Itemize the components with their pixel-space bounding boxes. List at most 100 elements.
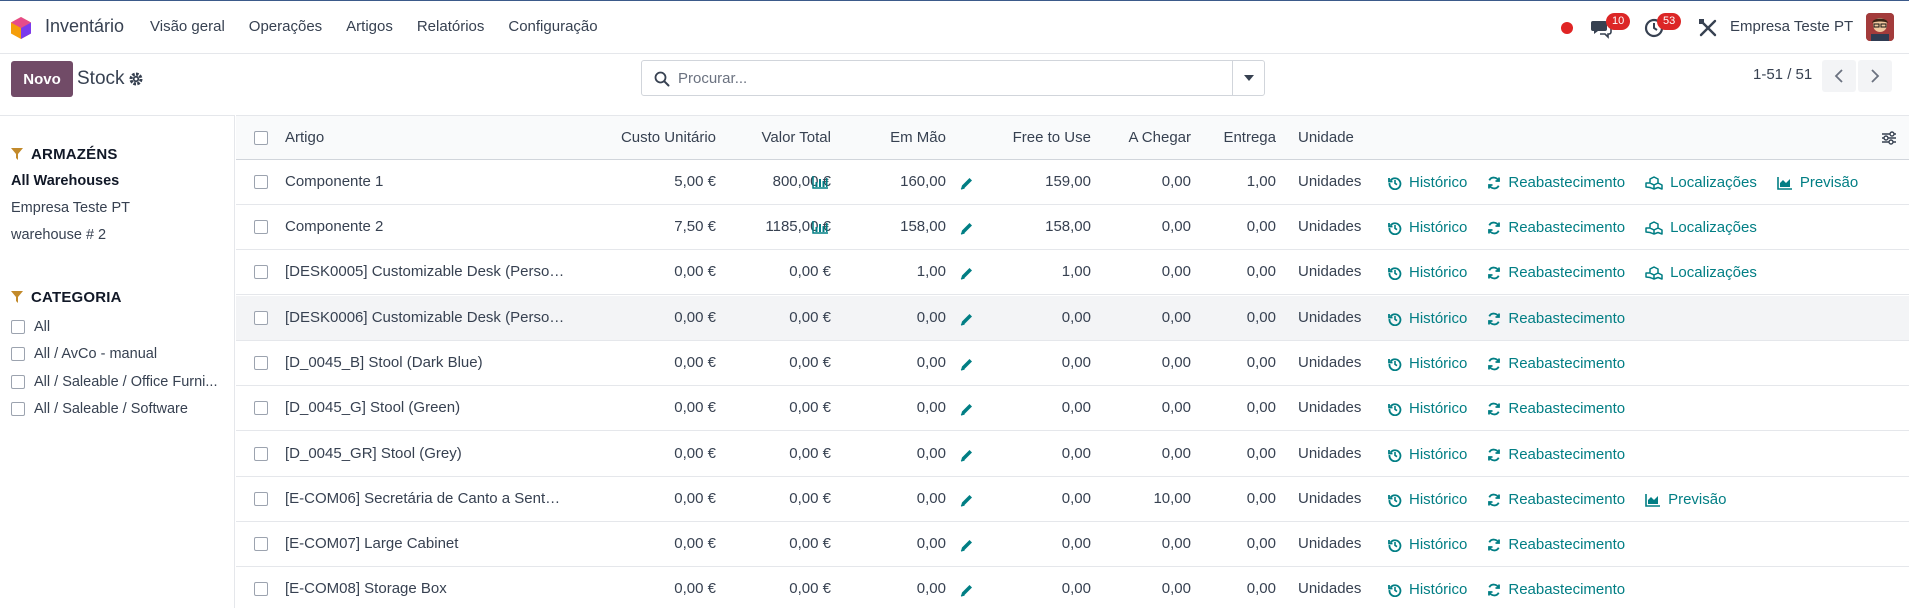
bar-chart-icon[interactable] [812, 221, 828, 234]
pencil-icon[interactable] [960, 584, 973, 597]
replenishment-button[interactable]: Reabastecimento [1487, 536, 1625, 553]
category-item[interactable]: All / AvCo - manual [11, 341, 233, 369]
table-row[interactable]: [DESK0006] Customizable Desk (Person... 0… [236, 296, 1909, 341]
row-checkbox[interactable] [254, 582, 268, 596]
column-header-valor[interactable]: Valor Total [706, 129, 832, 146]
debug-tools-icon[interactable] [1698, 18, 1718, 38]
product-name[interactable]: Componente 2 [285, 218, 565, 235]
category-item[interactable]: All / Saleable / Office Furni... [11, 368, 233, 396]
pencil-icon[interactable] [960, 494, 973, 507]
new-button[interactable]: Novo [11, 61, 73, 97]
column-header-unidade[interactable]: Unidade [1298, 129, 1354, 146]
edit-quantity-button[interactable] [960, 449, 973, 466]
pager-previous-button[interactable] [1822, 60, 1856, 92]
category-item[interactable]: All [11, 313, 233, 341]
pencil-icon[interactable] [960, 313, 973, 326]
history-button[interactable]: Histórico [1388, 536, 1467, 553]
menu-configuracao[interactable]: Configuração [508, 18, 597, 35]
product-name[interactable]: [D_0045_B] Stool (Dark Blue) [285, 354, 565, 371]
pencil-icon[interactable] [960, 358, 973, 371]
row-checkbox[interactable] [254, 175, 268, 189]
category-item[interactable]: All / Saleable / Software [11, 396, 233, 424]
product-name[interactable]: [D_0045_G] Stool (Green) [285, 399, 565, 416]
history-button[interactable]: Histórico [1388, 446, 1467, 463]
replenishment-button[interactable]: Reabastecimento [1487, 174, 1625, 191]
table-row[interactable]: [DESK0005] Customizable Desk (Person... 0… [236, 250, 1909, 295]
row-checkbox[interactable] [254, 356, 268, 370]
locations-button[interactable]: Localizações [1645, 264, 1757, 281]
table-row[interactable]: Componente 2 7,50 €1185,00 €158,00 158,00 0… [236, 205, 1909, 250]
replenishment-button[interactable]: Reabastecimento [1487, 310, 1625, 327]
row-checkbox[interactable] [254, 311, 268, 325]
pencil-icon[interactable] [960, 222, 973, 235]
history-button[interactable]: Histórico [1388, 400, 1467, 417]
menu-artigos[interactable]: Artigos [346, 18, 393, 35]
column-header-entrega[interactable]: Entrega [1186, 129, 1276, 146]
edit-quantity-button[interactable] [960, 267, 973, 284]
locations-button[interactable]: Localizações [1645, 219, 1757, 236]
history-button[interactable]: Histórico [1388, 264, 1467, 281]
column-header-em-mao[interactable]: Em Mão [846, 129, 946, 146]
table-row[interactable]: Componente 1 5,00 €800,00 €160,00 159,00 0,… [236, 160, 1909, 205]
company-switcher[interactable]: Empresa Teste PT [1730, 18, 1853, 35]
checkbox[interactable] [11, 402, 25, 417]
row-checkbox[interactable] [254, 265, 268, 279]
app-name[interactable]: Inventário [45, 16, 124, 37]
pencil-icon[interactable] [960, 177, 973, 190]
app-logo-icon[interactable] [10, 16, 32, 40]
table-row[interactable]: [E-COM07] Large Cabinet 0,00 € 0,00 € 0,00 0… [236, 522, 1909, 567]
replenishment-button[interactable]: Reabastecimento [1487, 355, 1625, 372]
search-input[interactable] [678, 67, 1218, 89]
history-button[interactable]: Histórico [1388, 310, 1467, 327]
forecast-button[interactable]: Previsão [1645, 491, 1726, 508]
warehouse-item[interactable]: warehouse # 2 [11, 222, 130, 249]
search-options-toggle[interactable] [1232, 61, 1264, 95]
row-checkbox[interactable] [254, 537, 268, 551]
select-all-checkbox[interactable] [254, 131, 268, 145]
replenishment-button[interactable]: Reabastecimento [1487, 446, 1625, 463]
product-name[interactable]: [E-COM06] Secretária de Canto a Senta... [285, 490, 565, 507]
edit-quantity-button[interactable] [960, 222, 973, 239]
menu-relatorios[interactable]: Relatórios [417, 18, 485, 35]
menu-visao-geral[interactable]: Visão geral [150, 18, 225, 35]
warehouse-item[interactable]: Empresa Teste PT [11, 195, 130, 222]
pencil-icon[interactable] [960, 267, 973, 280]
column-header-artigo[interactable]: Artigo [285, 129, 324, 146]
history-button[interactable]: Histórico [1388, 581, 1467, 598]
replenishment-button[interactable]: Reabastecimento [1487, 491, 1625, 508]
status-dot-icon[interactable] [1561, 22, 1573, 34]
table-row[interactable]: [E-COM06] Secretária de Canto a Senta...… [236, 477, 1909, 522]
table-row[interactable]: [D_0045_B] Stool (Dark Blue) 0,00 € 0,00 €… [236, 341, 1909, 386]
history-button[interactable]: Histórico [1388, 355, 1467, 372]
replenishment-button[interactable]: Reabastecimento [1487, 219, 1625, 236]
menu-operacoes[interactable]: Operações [249, 18, 322, 35]
edit-quantity-button[interactable] [960, 177, 973, 194]
column-header-a-chegar[interactable]: A Chegar [1091, 129, 1191, 146]
checkbox[interactable] [11, 374, 25, 389]
warehouse-item-all[interactable]: All Warehouses [11, 168, 130, 195]
product-name[interactable]: [DESK0005] Customizable Desk (Person... [285, 263, 565, 280]
product-name[interactable]: [E-COM08] Storage Box [285, 580, 565, 597]
edit-quantity-button[interactable] [960, 403, 973, 420]
edit-quantity-button[interactable] [960, 494, 973, 511]
pager-next-button[interactable] [1858, 60, 1892, 92]
gear-icon[interactable] [128, 71, 144, 87]
optional-columns-icon[interactable] [1881, 131, 1897, 145]
history-button[interactable]: Histórico [1388, 491, 1467, 508]
pencil-icon[interactable] [960, 449, 973, 462]
column-header-free-to-use[interactable]: Free to Use [991, 129, 1091, 146]
table-row[interactable]: [E-COM08] Storage Box 0,00 € 0,00 € 0,00 0,0… [236, 567, 1909, 608]
bar-chart-icon[interactable] [812, 176, 828, 189]
table-row[interactable]: [D_0045_G] Stool (Green) 0,00 € 0,00 € 0,00… [236, 386, 1909, 431]
replenishment-button[interactable]: Reabastecimento [1487, 400, 1625, 417]
product-name[interactable]: Componente 1 [285, 173, 565, 190]
history-button[interactable]: Histórico [1388, 174, 1467, 191]
edit-quantity-button[interactable] [960, 358, 973, 375]
history-button[interactable]: Histórico [1388, 219, 1467, 236]
column-header-custo[interactable]: Custo Unitário [566, 129, 716, 146]
row-checkbox[interactable] [254, 447, 268, 461]
replenishment-button[interactable]: Reabastecimento [1487, 581, 1625, 598]
product-name[interactable]: [E-COM07] Large Cabinet [285, 535, 565, 552]
locations-button[interactable]: Localizações [1645, 174, 1757, 191]
table-row[interactable]: [D_0045_GR] Stool (Grey) 0,00 € 0,00 € 0,00… [236, 432, 1909, 477]
